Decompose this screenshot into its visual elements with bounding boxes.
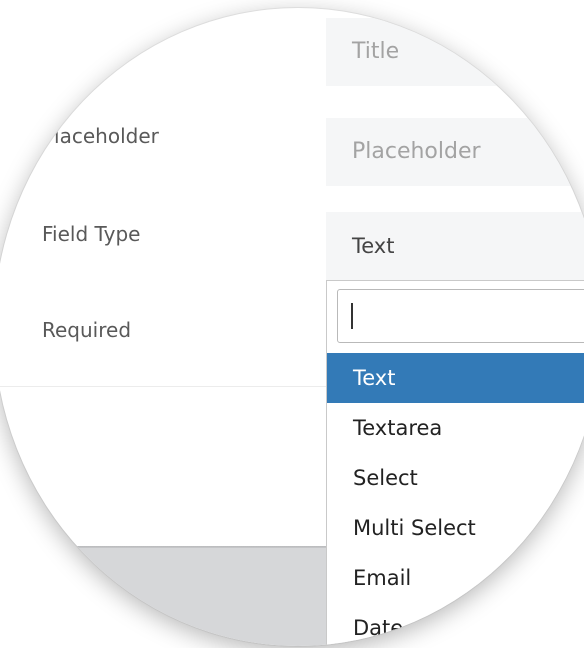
dropdown-search-input[interactable] bbox=[337, 289, 584, 343]
placeholder-label: Placeholder bbox=[42, 124, 159, 148]
magnifier-lens: Title Placeholder Placeholder Field Type… bbox=[0, 8, 584, 646]
option-select[interactable]: Select bbox=[327, 453, 584, 503]
field-type-label: Field Type bbox=[42, 222, 141, 246]
required-label: Required bbox=[42, 318, 132, 342]
form-panel: Title Placeholder Placeholder Field Type… bbox=[0, 8, 584, 646]
text-cursor bbox=[351, 303, 353, 329]
option-email[interactable]: Email bbox=[327, 553, 584, 603]
option-textarea[interactable]: Textarea bbox=[327, 403, 584, 453]
field-type-dropdown: Text Textarea Select Multi Select Email … bbox=[326, 280, 584, 646]
placeholder-input[interactable]: Placeholder bbox=[326, 118, 584, 186]
title-input[interactable]: Title bbox=[326, 18, 584, 86]
option-date[interactable]: Date bbox=[327, 603, 584, 646]
option-multi-select[interactable]: Multi Select bbox=[327, 503, 584, 553]
field-type-select[interactable]: Text bbox=[326, 212, 584, 280]
option-text[interactable]: Text bbox=[327, 353, 584, 403]
